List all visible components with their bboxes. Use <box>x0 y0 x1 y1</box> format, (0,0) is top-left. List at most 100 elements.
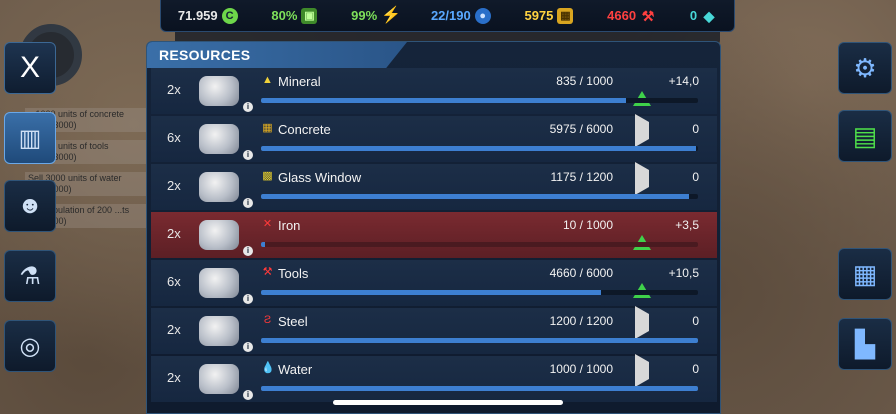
progress-fill <box>261 146 697 151</box>
resource-row-water[interactable]: 2x i 💧 Water 1000 / 1000 0 <box>151 354 717 402</box>
resource-row-glass-window[interactable]: 2x i ▩ Glass Window 1175 / 1200 0 <box>151 162 717 210</box>
building-count: 6x <box>167 130 181 145</box>
worker-icon: ● <box>474 7 491 24</box>
credits-icon: C <box>221 7 238 24</box>
concrete-value: 5975 <box>524 8 554 23</box>
resource-topbar: 71.959 C 80% ▣ 99% ⚡ 22/190 ● 5975 ▦ 466… <box>160 0 735 32</box>
crystal-icon: ◆ <box>703 7 715 24</box>
flask-icon: ⚗ <box>19 262 41 290</box>
cpu-value: 80% <box>271 8 298 23</box>
resource-rate: 0 <box>692 362 699 376</box>
concrete-stat: 5975 ▦ <box>524 7 574 24</box>
trend-flat-icon <box>633 306 651 339</box>
progress-fill <box>261 242 266 247</box>
resource-amount: 1175 / 1200 <box>550 170 613 184</box>
buildings-button[interactable]: ▥ <box>4 112 56 164</box>
workers-button[interactable]: ☻ <box>4 180 56 232</box>
resource-amount: 5975 / 6000 <box>549 122 613 136</box>
resource-row-steel[interactable]: 2x i Ƨ Steel 1200 / 1200 0 <box>151 306 717 354</box>
settings-button[interactable]: ⚙ <box>838 42 892 94</box>
resource-icon: Ƨ <box>263 314 272 326</box>
building-count: 2x <box>167 370 181 385</box>
info-icon[interactable]: i <box>243 390 253 400</box>
resource-row-tools[interactable]: 6x i ⚒ Tools 4660 / 6000 +10,5 <box>151 260 717 306</box>
resource-row-mineral[interactable]: 2x i ▲ Mineral 835 / 1000 +14,0 <box>151 68 717 114</box>
galaxy-button[interactable]: ◎ <box>4 320 56 372</box>
resource-rate: 0 <box>692 170 699 184</box>
resource-name: Steel <box>278 314 308 329</box>
progress-track <box>261 194 698 199</box>
panel-title: RESOURCES <box>147 42 407 68</box>
worker-icon: ☻ <box>17 192 43 219</box>
info-icon[interactable]: i <box>243 102 253 112</box>
power-value: 99% <box>351 8 378 23</box>
lightning-icon: ⚡ <box>381 6 402 24</box>
building-thumbnail <box>199 316 239 346</box>
progress-track <box>261 146 698 151</box>
resource-name: Tools <box>278 266 309 281</box>
resource-rate: +14,0 <box>668 74 699 88</box>
resource-name: Concrete <box>278 122 331 137</box>
progress-fill <box>261 194 689 199</box>
resource-amount: 10 / 1000 <box>562 218 613 232</box>
info-icon[interactable]: i <box>243 342 253 352</box>
crystal-stat: 0 ◆ <box>690 8 717 24</box>
research-button[interactable]: ⚗ <box>4 250 56 302</box>
resource-row-concrete[interactable]: 6x i ▦ Concrete 5975 / 6000 0 <box>151 114 717 162</box>
building-count: 6x <box>167 274 181 289</box>
cpu-stat: 80% ▣ <box>271 7 318 24</box>
city-button[interactable]: ▙ <box>838 318 892 370</box>
crystal-value: 0 <box>689 8 698 23</box>
resource-rate: 0 <box>692 122 699 136</box>
population-stat: 22/190 ● <box>430 7 491 24</box>
info-icon[interactable]: i <box>243 198 253 208</box>
resource-icon: ▩ <box>262 170 273 182</box>
resources-panel: RESOURCES 2x i ▲ Mineral 835 / 1000 +14,0 6x i ▦… <box>146 41 721 414</box>
home-indicator[interactable] <box>333 400 563 405</box>
warehouse-button[interactable]: ▦ <box>838 248 892 300</box>
gear-icon: ⚙ <box>853 52 877 83</box>
resource-icon: ✕ <box>262 218 273 230</box>
resource-row-iron[interactable]: 2x i ✕ Iron 10 / 1000 +3,5 <box>151 212 717 258</box>
cpu-chip-icon: ▣ <box>301 7 318 24</box>
building-thumbnail <box>199 364 239 394</box>
tools-value: 4660 <box>607 8 637 23</box>
progress-fill <box>261 338 698 343</box>
warehouse-icon: ▦ <box>852 258 878 289</box>
building-count: 2x <box>167 178 181 193</box>
resource-icon: ▦ <box>262 122 273 134</box>
info-icon[interactable]: i <box>243 294 253 304</box>
resource-icon: ⚒ <box>262 266 273 278</box>
info-icon[interactable]: i <box>243 246 253 256</box>
progress-fill <box>261 98 626 103</box>
credits-stat: 71.959 C <box>178 7 238 24</box>
resource-rate: +10,5 <box>668 266 699 280</box>
galaxy-icon: ◎ <box>19 332 41 360</box>
resource-rate: +3,5 <box>675 218 699 232</box>
building-thumbnail <box>199 220 239 250</box>
progress-fill <box>261 386 698 391</box>
building-icon: ▥ <box>18 124 42 152</box>
close-button[interactable]: X <box>4 42 56 94</box>
building-thumbnail <box>199 124 239 154</box>
resource-name: Water <box>278 362 313 377</box>
city-icon: ▙ <box>855 328 875 359</box>
resource-amount: 1000 / 1000 <box>549 362 613 376</box>
trend-flat-icon <box>633 354 651 387</box>
resource-amount: 835 / 1000 <box>556 74 613 88</box>
tools-stat: 4660 ⚒ <box>607 8 656 24</box>
info-icon[interactable]: i <box>243 150 253 160</box>
resource-rate: 0 <box>692 314 699 328</box>
resource-name: Mineral <box>278 74 321 89</box>
progress-track <box>261 98 698 103</box>
resource-icon: ▲ <box>262 74 273 86</box>
resource-amount: 1200 / 1200 <box>549 314 613 328</box>
progress-track <box>261 338 698 343</box>
market-button[interactable]: ▤ <box>838 110 892 162</box>
trend-flat-icon <box>633 162 651 195</box>
population-value: 22/190 <box>430 8 471 23</box>
tools-icon: ⚒ <box>641 7 655 24</box>
resource-icon: 💧 <box>261 362 275 374</box>
resource-name: Glass Window <box>278 170 362 185</box>
resource-amount: 4660 / 6000 <box>549 266 613 280</box>
